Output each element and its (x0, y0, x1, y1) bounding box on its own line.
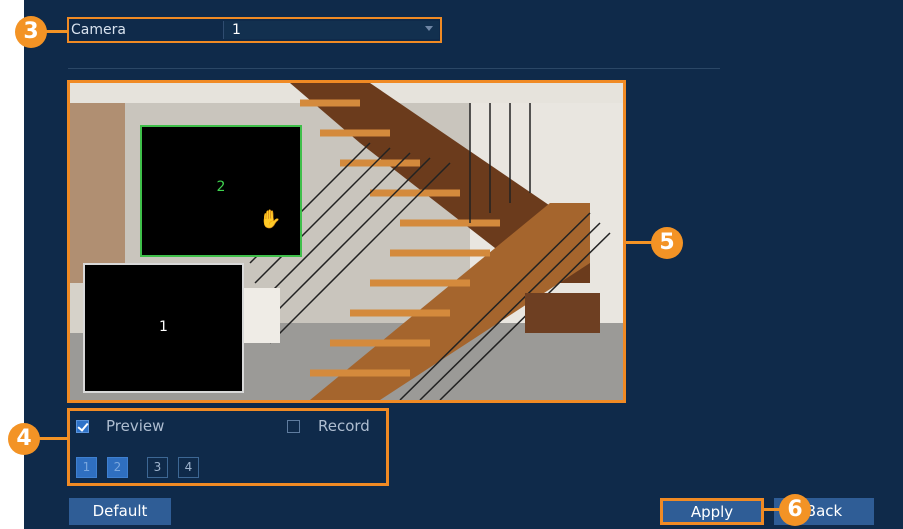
camera-label: Camera (71, 22, 126, 38)
callout-3: 3 (15, 16, 47, 48)
checkmark-icon (77, 420, 89, 432)
apply-button[interactable]: Apply (660, 498, 764, 525)
region-button-1[interactable]: 1 (76, 457, 97, 478)
hand-cursor-icon: ✋ (259, 209, 282, 230)
callout-5: 5 (651, 227, 683, 259)
camera-preview[interactable]: 2 ✋ 1 (67, 80, 626, 403)
callout-leader (46, 30, 68, 33)
callout-leader (626, 241, 652, 244)
chevron-down-icon (425, 26, 433, 31)
region-button-4[interactable]: 4 (178, 457, 199, 478)
options-box: Preview Record 1 2 3 4 (67, 408, 389, 486)
region-number: 1 (159, 319, 168, 335)
region-number: 2 (216, 179, 226, 195)
callout-leader (39, 437, 68, 440)
default-button[interactable]: Default (69, 498, 171, 525)
region-button-3[interactable]: 3 (147, 457, 168, 478)
record-checkbox[interactable] (287, 420, 300, 433)
motion-region-1[interactable]: 1 (83, 263, 244, 393)
callout-leader (764, 508, 780, 511)
callout-6: 6 (779, 494, 811, 526)
camera-dropdown[interactable]: 1 (223, 21, 439, 39)
camera-dropdown-value: 1 (232, 22, 241, 38)
camera-selector-row: Camera 1 (67, 17, 442, 43)
divider (68, 68, 720, 69)
region-button-2[interactable]: 2 (107, 457, 128, 478)
preview-checkbox[interactable] (76, 420, 89, 433)
motion-region-2[interactable]: 2 ✋ (140, 125, 302, 257)
record-label: Record (318, 417, 370, 435)
callout-4: 4 (8, 423, 40, 455)
preview-label: Preview (106, 417, 165, 435)
